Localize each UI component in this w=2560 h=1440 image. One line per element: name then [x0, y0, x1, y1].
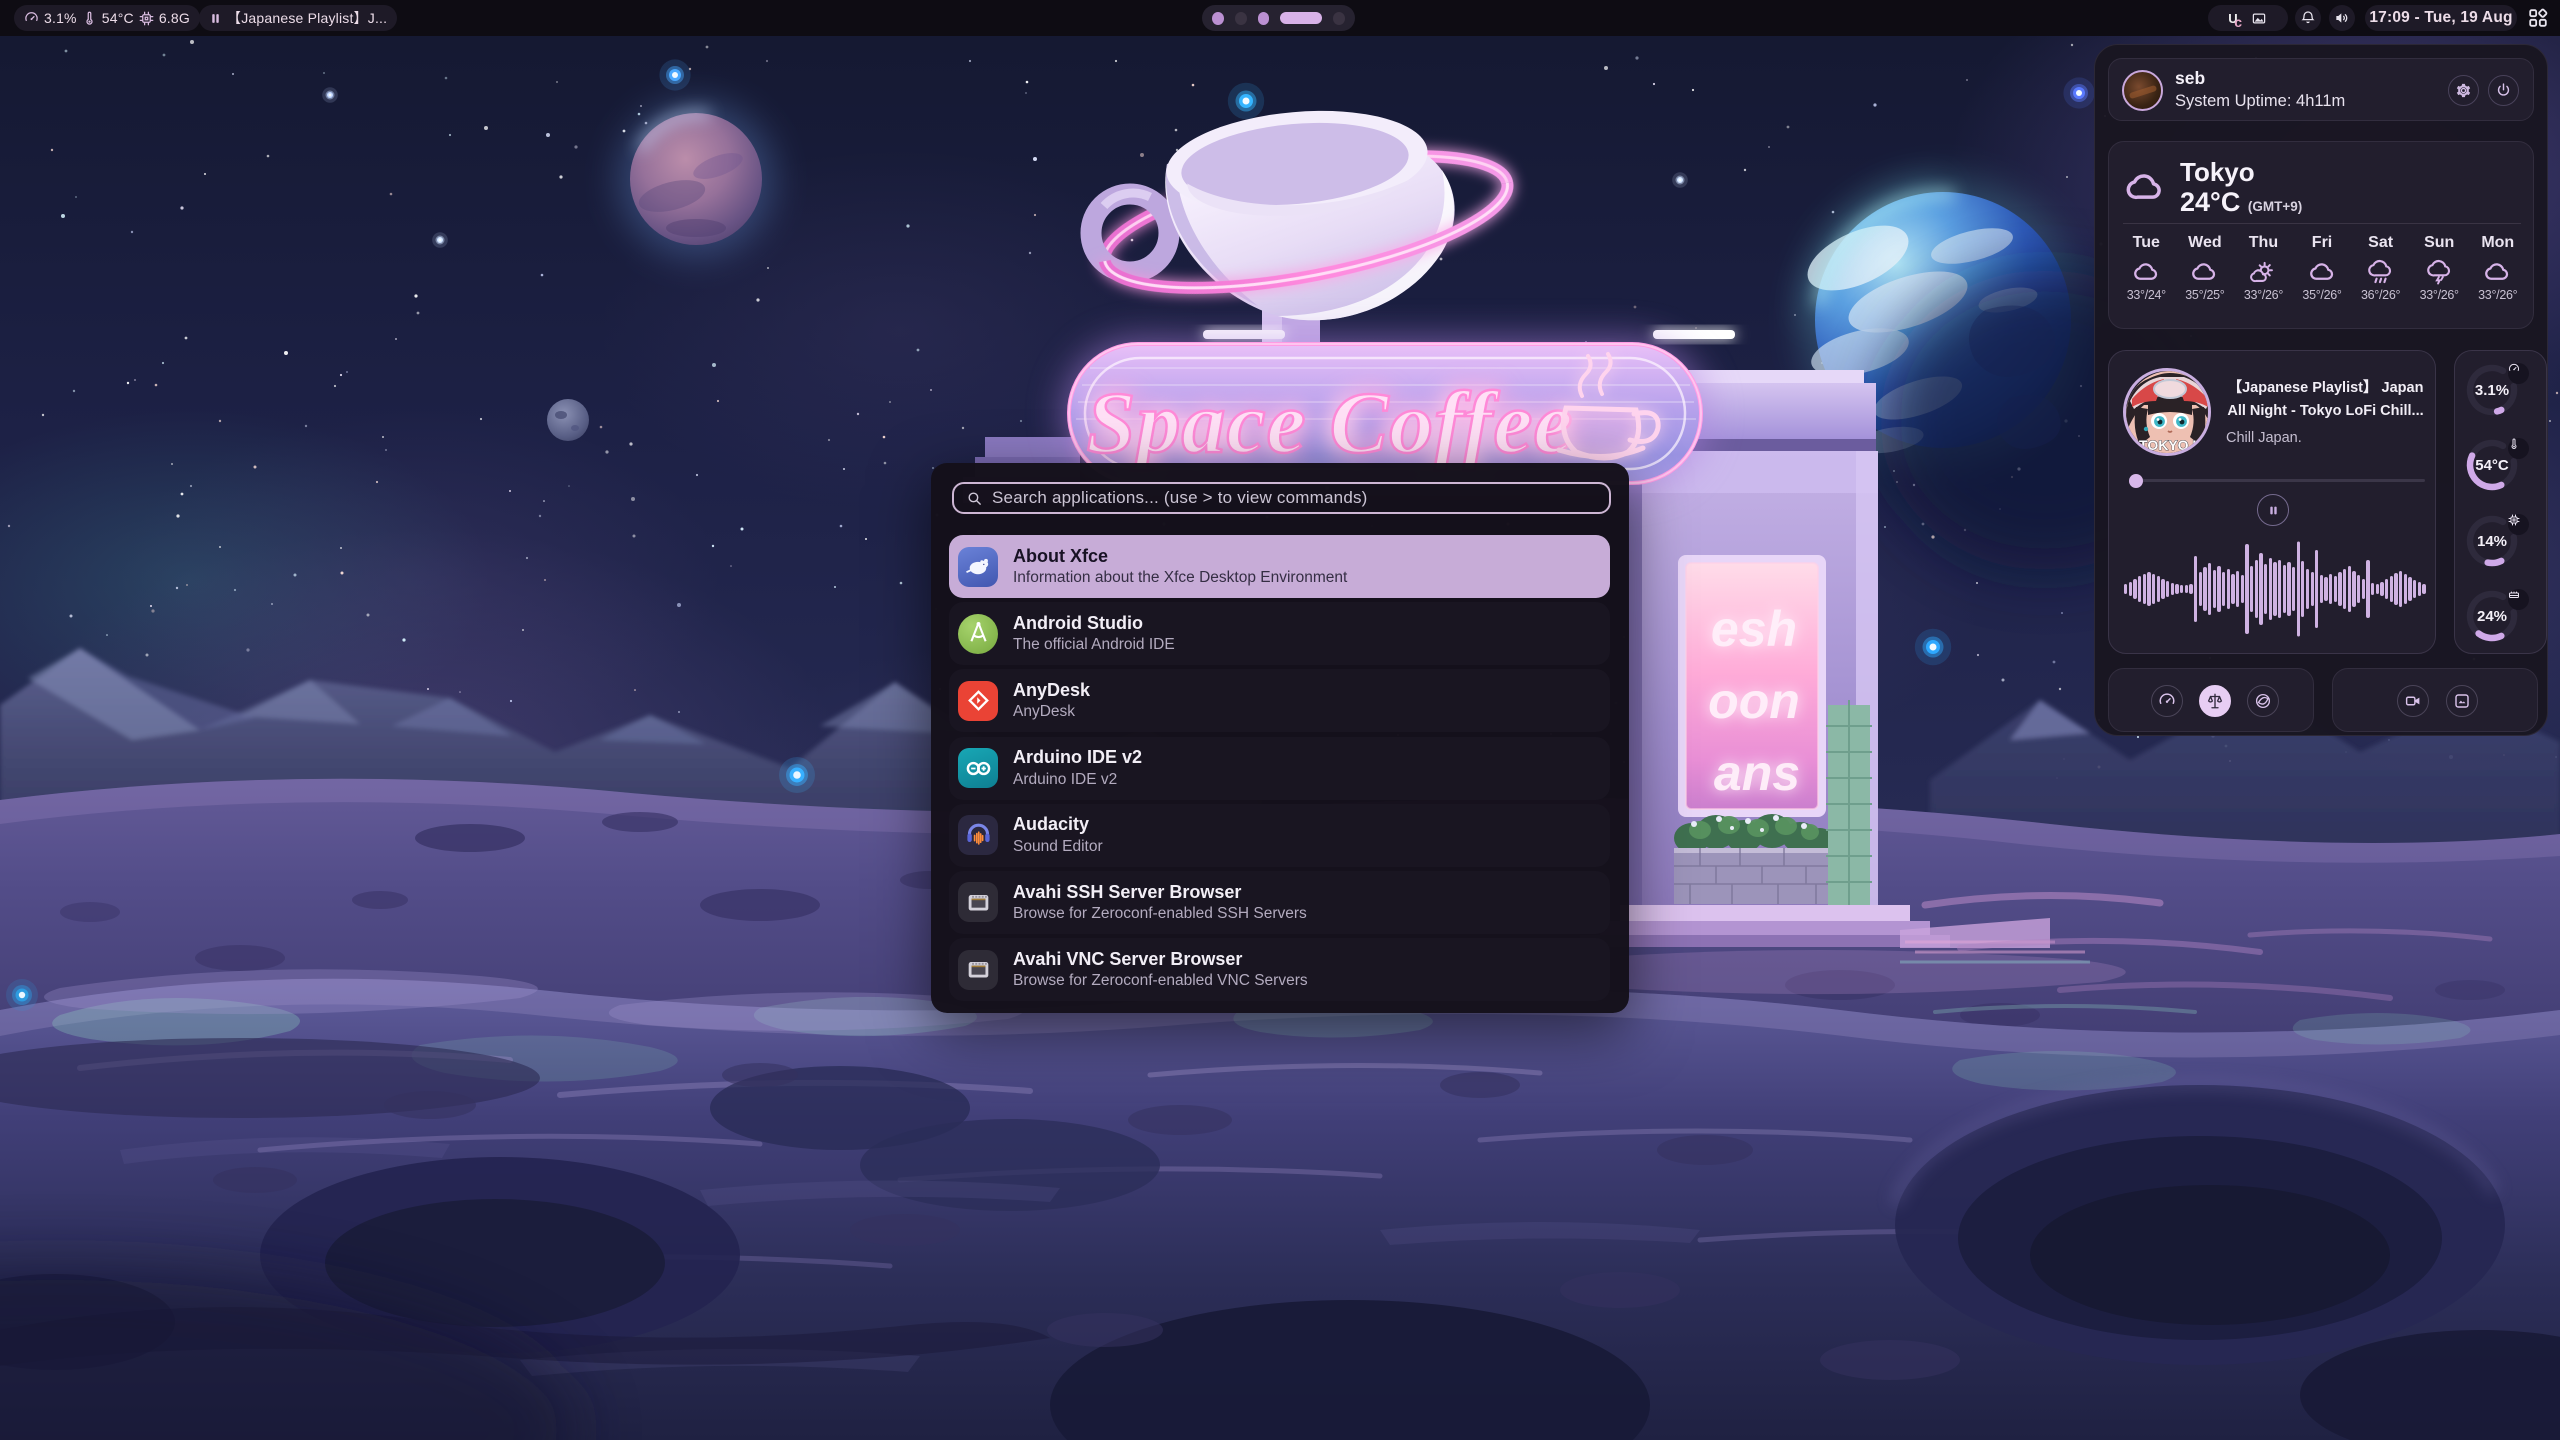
- svg-text:esh: esh: [1711, 601, 1797, 657]
- svg-text:oon: oon: [1708, 673, 1800, 729]
- svg-text:Space Coffee: Space Coffee: [1087, 375, 1574, 472]
- svg-text:ans: ans: [1714, 745, 1800, 801]
